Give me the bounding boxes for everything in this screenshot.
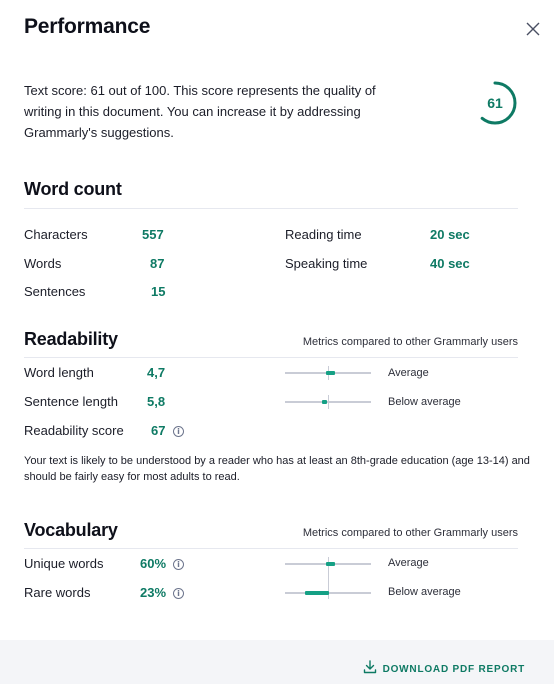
word-count-title: Word count bbox=[24, 179, 122, 199]
reading-time-value: 20 sec bbox=[430, 227, 470, 242]
words-value: 87 bbox=[150, 256, 165, 271]
average-marker bbox=[328, 395, 329, 409]
info-icon[interactable]: i bbox=[173, 426, 184, 437]
unique-words-compare: Average bbox=[388, 557, 429, 569]
rare-words-label: Rare words bbox=[24, 585, 91, 600]
words-label: Words bbox=[24, 256, 62, 271]
download-pdf-button[interactable]: DOWNLOAD PDF REPORT bbox=[363, 660, 525, 679]
sentence-length-label: Sentence length bbox=[24, 394, 118, 409]
sentence-length-compare: Below average bbox=[388, 396, 461, 408]
unique-words-value: 60% bbox=[140, 556, 167, 571]
vocabulary-compare-note: Metrics compared to other Grammarly user… bbox=[302, 527, 518, 539]
characters-label: Characters bbox=[24, 227, 88, 242]
readability-compare-note: Metrics compared to other Grammarly user… bbox=[302, 336, 518, 348]
readability-description: Your text is likely to be understood by … bbox=[24, 455, 530, 483]
performance-panel: Performance Text score: 61 out of 100. T… bbox=[0, 0, 554, 684]
reading-time-label: Reading time bbox=[285, 227, 362, 242]
divider bbox=[24, 357, 518, 358]
page-title: Performance bbox=[24, 15, 151, 38]
readability-score-label: Readability score bbox=[24, 423, 124, 438]
unique-words-level bbox=[326, 562, 336, 566]
divider bbox=[24, 548, 518, 549]
vocabulary-title: Vocabulary bbox=[24, 520, 118, 540]
word-length-level bbox=[326, 371, 336, 375]
score-value: 61 bbox=[487, 95, 503, 111]
score-ring: 61 bbox=[472, 80, 518, 126]
readability-score-value: 67 bbox=[151, 423, 166, 438]
readability-title: Readability bbox=[24, 329, 118, 349]
info-icon[interactable]: i bbox=[173, 559, 184, 570]
download-pdf-label: DOWNLOAD PDF REPORT bbox=[382, 664, 525, 675]
word-length-compare: Average bbox=[388, 367, 429, 379]
sentences-value: 15 bbox=[151, 284, 166, 299]
info-icon[interactable]: i bbox=[173, 588, 184, 599]
word-length-value: 4,7 bbox=[147, 365, 166, 380]
close-icon[interactable] bbox=[524, 20, 542, 38]
word-length-label: Word length bbox=[24, 365, 94, 380]
rare-words-compare: Below average bbox=[388, 586, 461, 598]
sentence-length-value: 5,8 bbox=[147, 394, 166, 409]
rare-words-level bbox=[305, 591, 329, 595]
speaking-time-value: 40 sec bbox=[430, 256, 470, 271]
characters-value: 557 bbox=[142, 227, 164, 242]
download-icon bbox=[363, 660, 377, 679]
score-description: Text score: 61 out of 100. This score re… bbox=[24, 83, 376, 140]
sentences-label: Sentences bbox=[24, 284, 86, 299]
speaking-time-label: Speaking time bbox=[285, 256, 368, 271]
divider bbox=[24, 208, 518, 209]
sentence-length-level bbox=[322, 400, 328, 404]
unique-words-label: Unique words bbox=[24, 556, 104, 571]
rare-words-value: 23% bbox=[140, 585, 167, 600]
